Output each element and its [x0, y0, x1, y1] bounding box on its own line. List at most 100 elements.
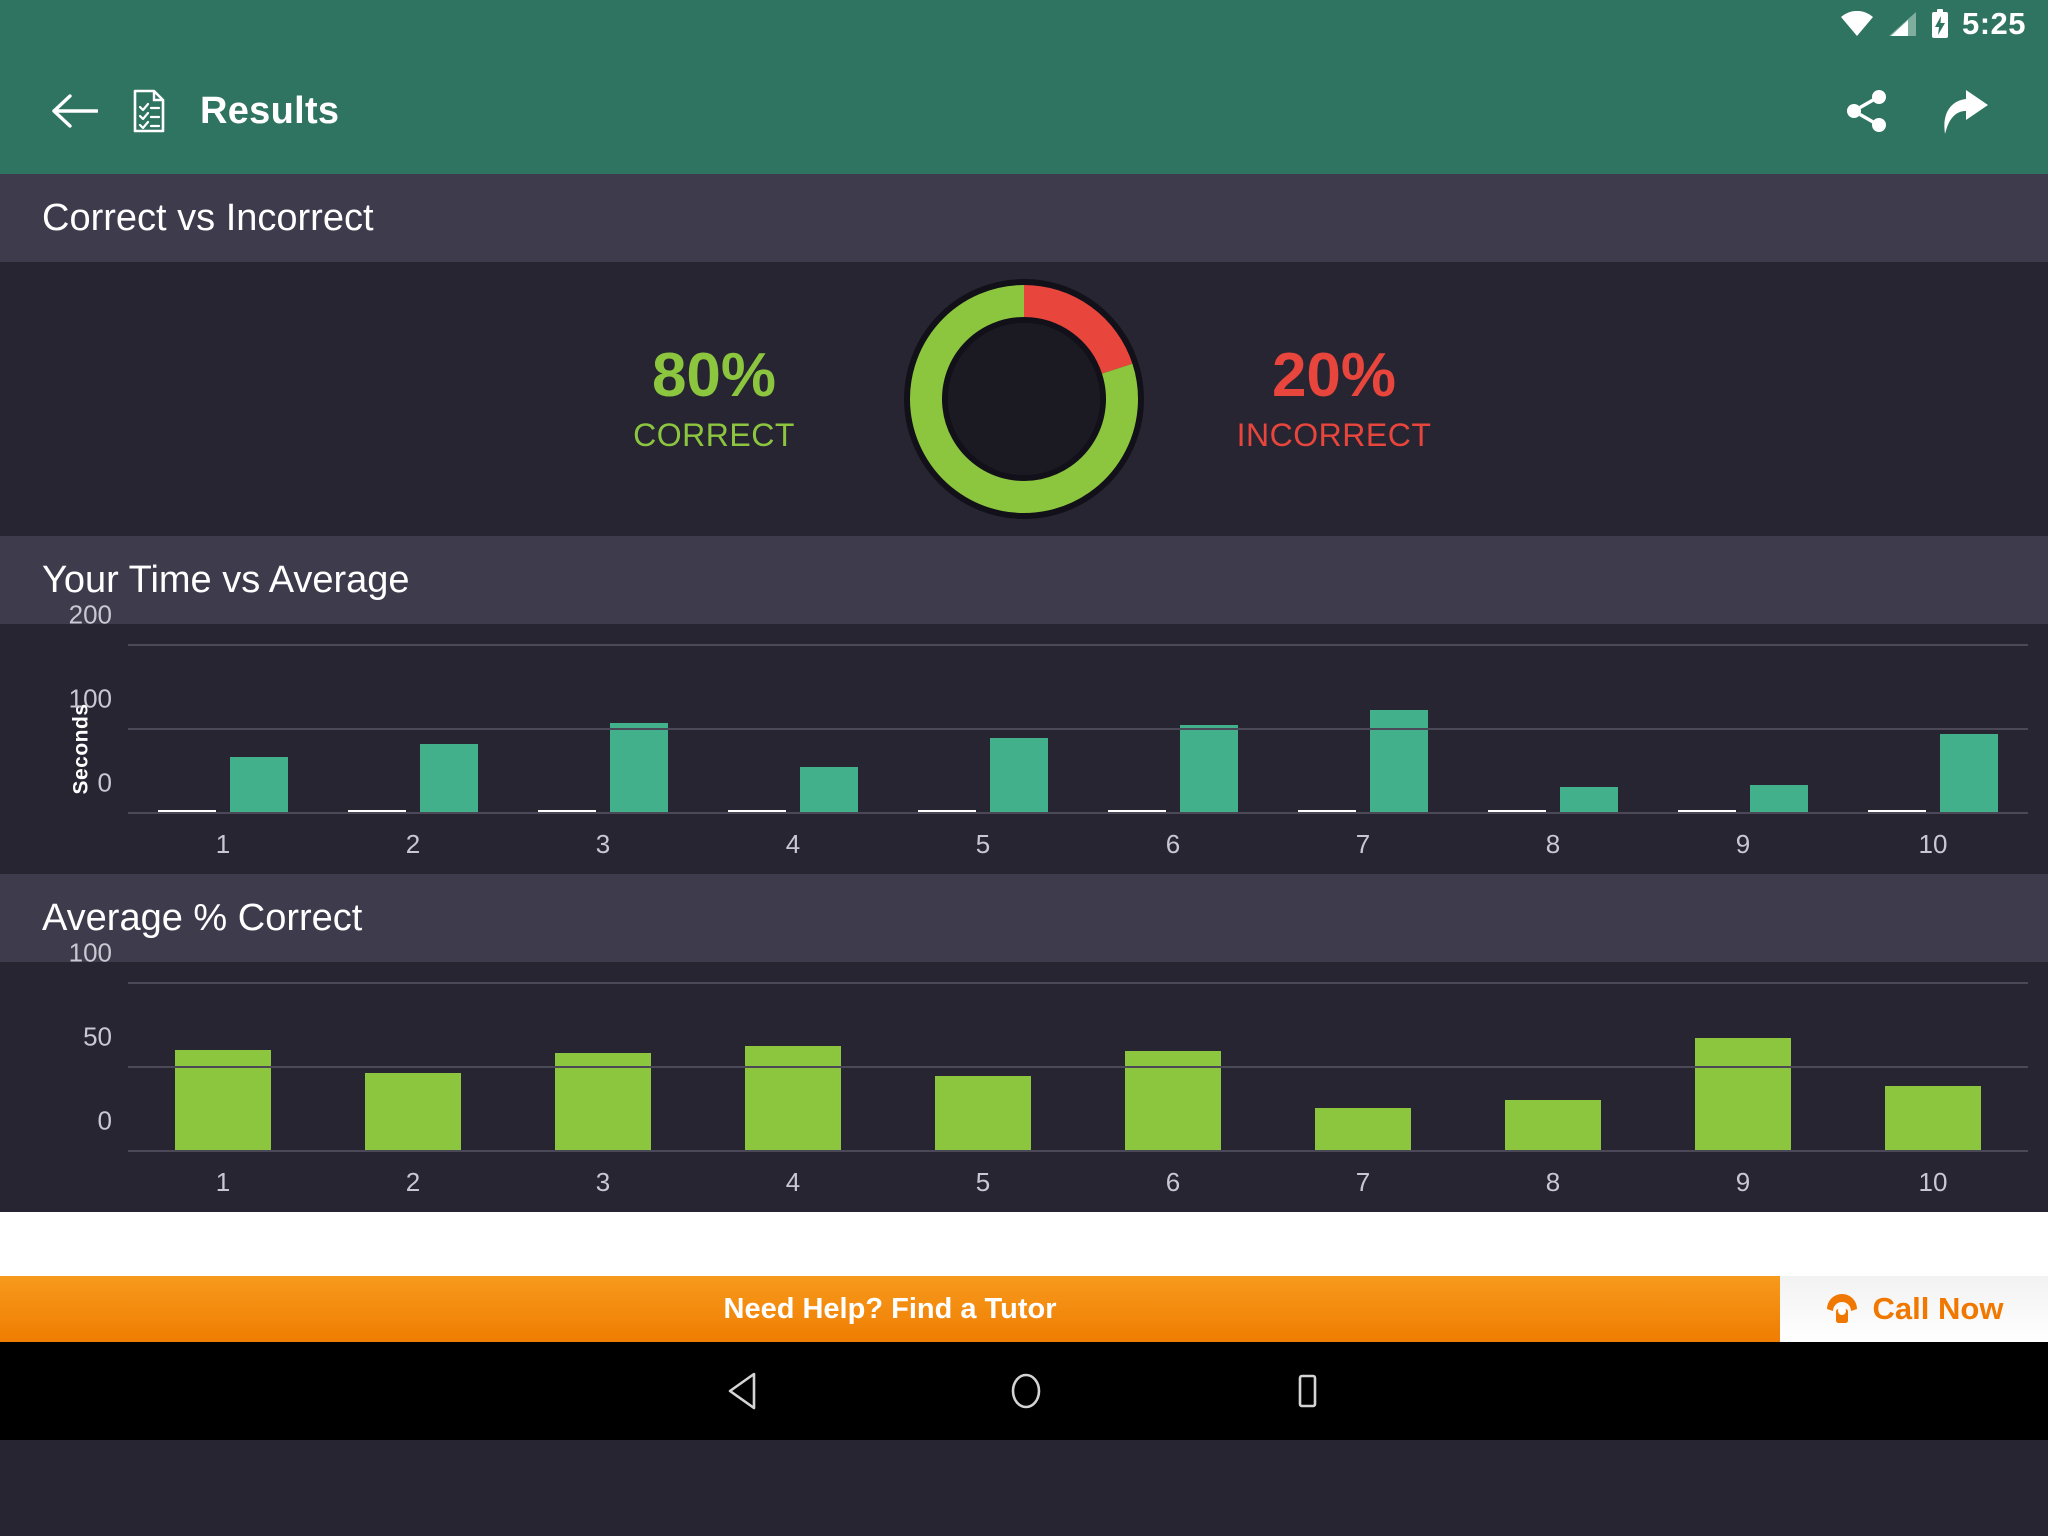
x-tick-label: 2	[405, 1167, 421, 1197]
x-tick-label: 1	[215, 1167, 231, 1197]
nav-back-triangle-icon[interactable]	[726, 1372, 760, 1410]
gridline-100: 100	[69, 938, 2028, 984]
bar-average-8	[1560, 787, 1618, 814]
bar-group	[508, 984, 698, 1152]
x-tick-label: 5	[975, 829, 991, 859]
content-bottom-spacer	[0, 1212, 2048, 1276]
share-icon[interactable]	[1844, 88, 1890, 134]
gridline-0: 0	[98, 1106, 2028, 1152]
bar-group	[1268, 984, 1458, 1152]
gridline-200: 200	[69, 600, 2028, 646]
y-tick-label: 200	[68, 599, 112, 630]
bar-group	[1078, 646, 1268, 814]
y-tick-label: 0	[97, 767, 112, 798]
correct-percent-label: CORRECT	[633, 416, 795, 453]
incorrect-percent-value: 20%	[1271, 340, 1397, 410]
x-tick-label: 10	[1918, 1167, 1948, 1197]
bar-group	[128, 984, 318, 1152]
bar-average-7	[1370, 709, 1428, 814]
correct-stat: 80% CORRECT	[589, 340, 839, 454]
call-now-label: Call Now	[1872, 1291, 2004, 1326]
correct-percent-value: 80%	[651, 340, 777, 410]
bar-average-correct-1	[175, 1049, 271, 1152]
bar-group	[128, 646, 318, 814]
bar-group	[1458, 984, 1648, 1152]
donut-svg	[904, 279, 1144, 519]
x-tick-label: 6	[1165, 829, 1181, 859]
wifi-icon	[1840, 11, 1873, 36]
x-tick-label: 4	[785, 1167, 801, 1197]
bar-group	[888, 984, 1078, 1152]
y-axis-label-seconds: Seconds	[69, 703, 93, 795]
bar-average-9	[1750, 784, 1808, 814]
x-tick-label: 5	[975, 1167, 991, 1197]
x-tick-label: 3	[595, 829, 611, 859]
x-tick-label: 1	[215, 829, 231, 859]
ad-banner[interactable]: Need Help? Find a Tutor Call Now	[0, 1276, 2048, 1342]
bar-average-10	[1940, 734, 1998, 814]
gridline-100: 100	[69, 684, 2028, 730]
x-tick-label: 7	[1355, 1167, 1371, 1197]
bar-average-correct-10	[1885, 1086, 1981, 1152]
call-now-button[interactable]: Call Now	[1780, 1276, 2048, 1342]
x-tick-label: 8	[1545, 1167, 1561, 1197]
status-time: 5:25	[1961, 6, 2026, 41]
x-tick-label: 3	[595, 1167, 611, 1197]
section-header-average-pct-correct: Average % Correct	[0, 874, 2048, 962]
x-tick-label: 7	[1355, 829, 1371, 859]
pct-chart-bars	[128, 984, 2028, 1152]
y-tick-label: 100	[68, 683, 112, 714]
x-tick-label: 9	[1735, 829, 1751, 859]
pct-chart-plot: 0 50 100	[69, 938, 2028, 1152]
gridline-0: 0	[98, 768, 2028, 814]
incorrect-stat: 20% INCORRECT	[1209, 340, 1459, 454]
nav-recents-square-icon[interactable]	[1292, 1372, 1322, 1410]
nav-home-circle-icon[interactable]	[1008, 1372, 1044, 1410]
bar-group	[318, 646, 508, 814]
bar-average-3	[610, 723, 668, 814]
bar-average-correct-5	[935, 1076, 1031, 1152]
bar-group	[1458, 646, 1648, 814]
time-chart-plot: 0 100 200	[69, 600, 2028, 814]
cellular-signal-icon	[1888, 12, 1916, 36]
pct-chart-x-labels: 1 2 3 4 5 6 7 8 9 10	[128, 1167, 2028, 1198]
section-title: Correct vs Incorrect	[42, 196, 374, 239]
section-title: Average % Correct	[42, 896, 363, 939]
y-tick-label: 50	[83, 1021, 112, 1052]
bar-average-correct-2	[365, 1073, 461, 1152]
incorrect-percent-label: INCORRECT	[1236, 416, 1432, 453]
bar-average-correct-8	[1505, 1099, 1601, 1152]
x-tick-label: 8	[1545, 829, 1561, 859]
y-tick-label: 100	[68, 937, 112, 968]
ad-banner-main[interactable]: Need Help? Find a Tutor	[0, 1276, 1780, 1342]
section-header-time-vs-average: Your Time vs Average	[0, 536, 2048, 624]
status-bar: 5:25	[0, 0, 2048, 48]
average-pct-correct-chart: 0 50 100 1 2 3 4 5 6 7 8 9 10	[0, 938, 2048, 1212]
back-arrow-icon[interactable]	[52, 91, 98, 131]
bar-group	[888, 646, 1078, 814]
x-tick-label: 2	[405, 829, 421, 859]
y-tick-label: 0	[97, 1105, 112, 1136]
bar-group	[1648, 984, 1838, 1152]
bar-group	[698, 646, 888, 814]
gridline-50: 50	[83, 1022, 2028, 1068]
bar-average-correct-4	[745, 1046, 841, 1152]
section-header-correct-vs-incorrect: Correct vs Incorrect	[0, 174, 2048, 262]
android-nav-bar	[0, 1342, 2048, 1440]
bar-average-5	[990, 738, 1048, 814]
x-tick-label: 6	[1165, 1167, 1181, 1197]
forward-arrow-icon[interactable]	[1938, 84, 1992, 138]
x-tick-label: 9	[1735, 1167, 1751, 1197]
time-vs-average-chart: Seconds 0 100 200 1 2 3 4 5 6 7 8 9 10	[0, 600, 2048, 874]
bar-average-6	[1180, 724, 1238, 814]
bar-group	[1268, 646, 1458, 814]
x-tick-label: 4	[785, 829, 801, 859]
results-document-icon	[133, 89, 165, 133]
bar-group	[1838, 646, 2028, 814]
donut-chart	[899, 274, 1149, 524]
telephone-icon	[1826, 1294, 1857, 1323]
bar-average-4	[800, 766, 858, 814]
bar-group	[1838, 984, 2028, 1152]
x-tick-label: 10	[1918, 829, 1948, 859]
bar-group	[318, 984, 508, 1152]
